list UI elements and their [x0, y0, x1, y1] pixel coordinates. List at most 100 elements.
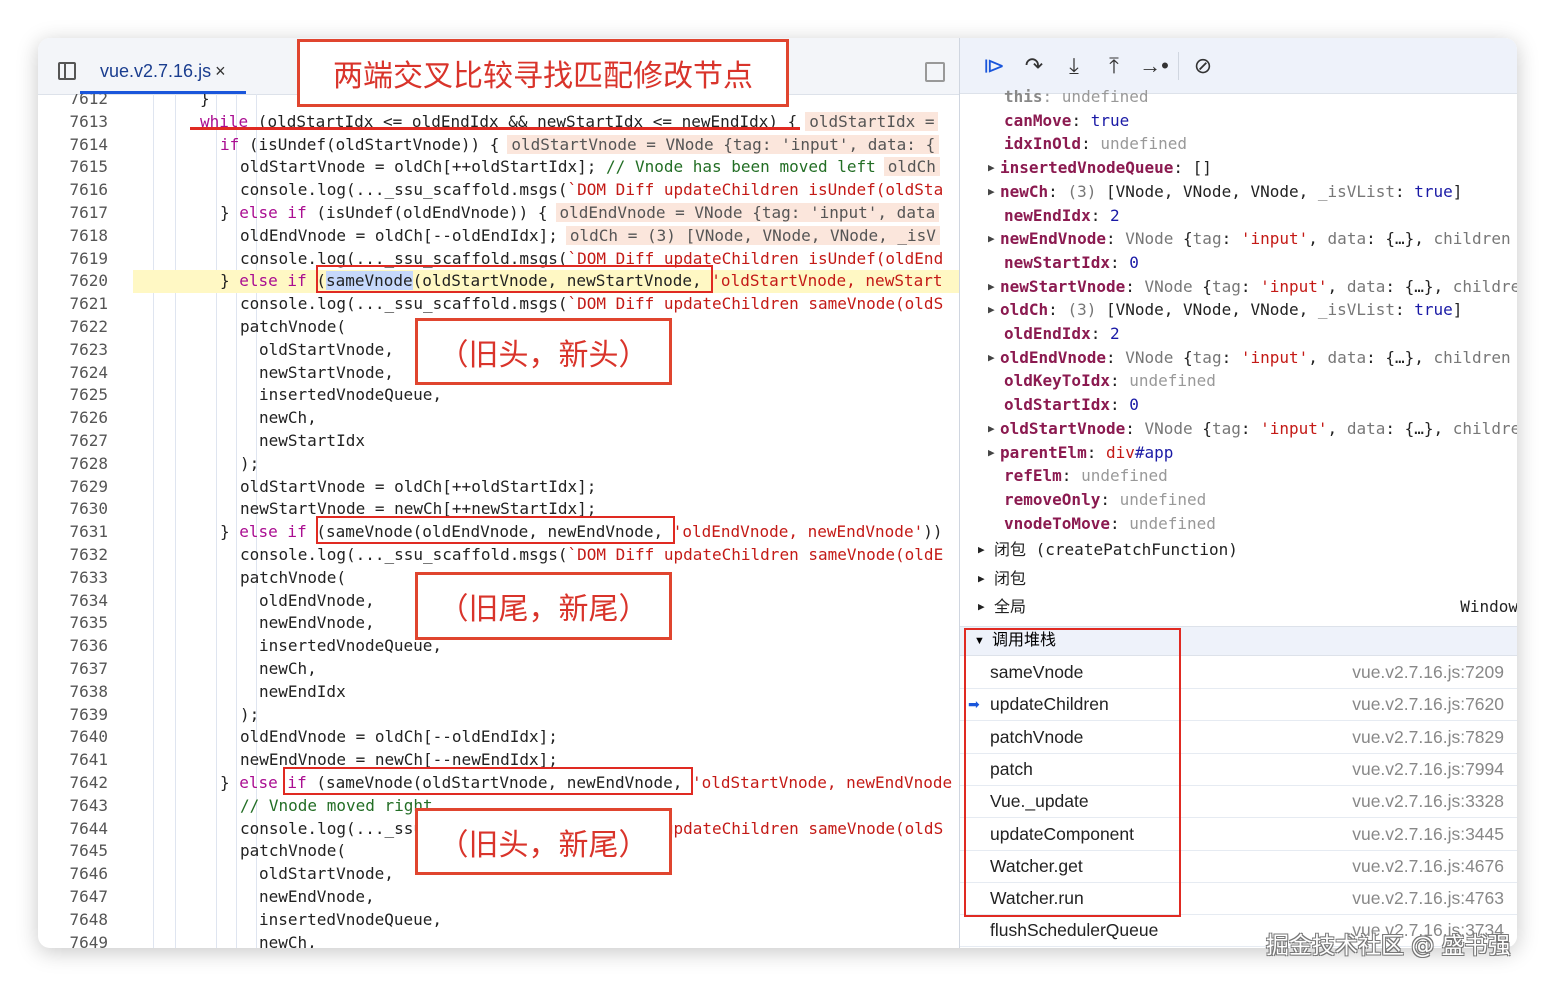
step-over-button[interactable]: ↷: [1014, 46, 1054, 86]
line-number[interactable]: 7620: [38, 270, 108, 293]
line-number[interactable]: 7622: [38, 316, 108, 339]
scope-variable[interactable]: oldKeyToIdx: undefined: [960, 369, 1517, 393]
scope-section[interactable]: ▶ 闭包 (createPatchFunction): [960, 536, 1517, 564]
line-number[interactable]: 7628: [38, 453, 108, 476]
line-number[interactable]: 7648: [38, 909, 108, 932]
frame-location[interactable]: vue.v2.7.16.js:4763: [1352, 882, 1504, 914]
code-line[interactable]: 7638 newEndIdx: [38, 681, 959, 704]
code-line[interactable]: 7632 console.log(..._ssu_scaffold.msgs(`D…: [38, 544, 959, 567]
scope-variable[interactable]: ▶ newStartVnode: VNode {tag: 'input', dat…: [960, 275, 1517, 299]
scope-section[interactable]: ▶ 全局 Window: [960, 593, 1517, 621]
line-number[interactable]: 7616: [38, 179, 108, 202]
line-number[interactable]: 7642: [38, 772, 108, 795]
toggle-debugger-icon[interactable]: [925, 62, 945, 82]
frame-location[interactable]: vue.v2.7.16.js:7620: [1352, 688, 1504, 720]
code-line[interactable]: 7617} else if (isUndef(oldEndVnode)) {ol…: [38, 202, 959, 225]
line-number[interactable]: 7635: [38, 612, 108, 635]
line-number[interactable]: 7624: [38, 362, 108, 385]
scope-variable[interactable]: refElm: undefined: [960, 464, 1517, 488]
step-into-button[interactable]: ⤓: [1054, 46, 1094, 86]
code-line[interactable]: 7614 if (isUndef(oldStartVnode)) {oldStar…: [38, 134, 959, 157]
scope-variable[interactable]: idxInOld: undefined: [960, 132, 1517, 156]
code-line[interactable]: 7613 while (oldStartIdx <= oldEndIdx && n…: [38, 111, 959, 134]
code-line[interactable]: 7647 newEndVnode,: [38, 886, 959, 909]
scope-variable[interactable]: this: undefined: [960, 85, 1517, 109]
scope-variable[interactable]: ▶ parentElm: div#app: [960, 441, 1517, 465]
line-number[interactable]: 7621: [38, 293, 108, 316]
code-line[interactable]: 7618 oldEndVnode = oldCh[--oldEndIdx]; old…: [38, 225, 959, 248]
toggle-navigator-icon[interactable]: [58, 62, 76, 80]
line-number[interactable]: 7623: [38, 339, 108, 362]
frame-location[interactable]: vue.v2.7.16.js:7209: [1352, 656, 1504, 688]
chevron-right-icon[interactable]: ▶: [988, 156, 995, 180]
line-number[interactable]: 7633: [38, 567, 108, 590]
code-line[interactable]: 7615 oldStartVnode = oldCh[++oldStartIdx]…: [38, 156, 959, 179]
line-number[interactable]: 7626: [38, 407, 108, 430]
code-line[interactable]: 7621 console.log(..._ssu_scaffold.msgs(`D…: [38, 293, 959, 316]
code-line[interactable]: 7637 newCh,: [38, 658, 959, 681]
line-number[interactable]: 7625: [38, 384, 108, 407]
line-number[interactable]: 7647: [38, 886, 108, 909]
line-number[interactable]: 7636: [38, 635, 108, 658]
scope-variable[interactable]: oldStartIdx: 0: [960, 393, 1517, 417]
code-line[interactable]: 7649 newCh,: [38, 932, 959, 948]
chevron-right-icon[interactable]: ▶: [988, 417, 995, 441]
line-number[interactable]: 7630: [38, 498, 108, 521]
line-number[interactable]: 7614: [38, 134, 108, 157]
scope-variable[interactable]: oldEndIdx: 2: [960, 322, 1517, 346]
resume-button[interactable]: ⧐: [974, 46, 1014, 86]
chevron-right-icon[interactable]: ▶: [988, 441, 995, 465]
line-number[interactable]: 7639: [38, 704, 108, 727]
chevron-right-icon[interactable]: ▶: [988, 298, 995, 322]
step-button[interactable]: →•: [1134, 46, 1174, 86]
line-number[interactable]: 7612: [38, 94, 108, 111]
line-number[interactable]: 7644: [38, 818, 108, 841]
line-number[interactable]: 7618: [38, 225, 108, 248]
code-line[interactable]: 7640 oldEndVnode = oldCh[--oldEndIdx];: [38, 726, 959, 749]
line-number[interactable]: 7619: [38, 248, 108, 271]
code-line[interactable]: 7616 console.log(..._ssu_scaffold.msgs(`D…: [38, 179, 959, 202]
line-number[interactable]: 7638: [38, 681, 108, 704]
code-line[interactable]: 7648 insertedVnodeQueue,: [38, 909, 959, 932]
close-icon[interactable]: ×: [215, 61, 226, 82]
scope-variable[interactable]: ▶ newCh: (3) [VNode, VNode, VNode, _isVLi…: [960, 180, 1517, 204]
scope-section[interactable]: ▶ 闭包: [960, 565, 1517, 593]
line-number[interactable]: 7641: [38, 749, 108, 772]
line-number[interactable]: 7640: [38, 726, 108, 749]
code-line[interactable]: 7629 oldStartVnode = oldCh[++oldStartIdx]…: [38, 476, 959, 499]
code-line[interactable]: 7627 newStartIdx: [38, 430, 959, 453]
deactivate-breakpoints-button[interactable]: ⊘: [1183, 46, 1223, 86]
chevron-right-icon[interactable]: ▶: [988, 346, 995, 370]
line-number[interactable]: 7629: [38, 476, 108, 499]
scope-variable[interactable]: newStartIdx: 0: [960, 251, 1517, 275]
line-number[interactable]: 7637: [38, 658, 108, 681]
scope-variable[interactable]: canMove: true: [960, 109, 1517, 133]
line-number[interactable]: 7613: [38, 111, 108, 134]
line-number[interactable]: 7631: [38, 521, 108, 544]
frame-location[interactable]: vue.v2.7.16.js:7994: [1352, 753, 1504, 785]
scope-variable[interactable]: removeOnly: undefined: [960, 488, 1517, 512]
code-line[interactable]: 7639);: [38, 704, 959, 727]
line-number[interactable]: 7627: [38, 430, 108, 453]
frame-location[interactable]: vue.v2.7.16.js:3445: [1352, 818, 1504, 850]
line-number[interactable]: 7617: [38, 202, 108, 225]
code-line[interactable]: 7626 newCh,: [38, 407, 959, 430]
tab-vue-js[interactable]: vue.v2.7.16.js ×: [80, 52, 246, 94]
frame-location[interactable]: vue.v2.7.16.js:3328: [1352, 785, 1504, 817]
frame-location[interactable]: vue.v2.7.16.js:4676: [1352, 850, 1504, 882]
scope-variable[interactable]: ▶ oldStartVnode: VNode {tag: 'input', dat…: [960, 417, 1517, 441]
line-number[interactable]: 7615: [38, 156, 108, 179]
chevron-right-icon[interactable]: ▶: [988, 227, 995, 251]
code-line[interactable]: 7628);: [38, 453, 959, 476]
chevron-right-icon[interactable]: ▶: [988, 275, 995, 299]
code-line[interactable]: 7625 insertedVnodeQueue,: [38, 384, 959, 407]
frame-location[interactable]: vue.v2.7.16.js:7829: [1352, 721, 1504, 753]
line-number[interactable]: 7646: [38, 863, 108, 886]
scope-variable[interactable]: vnodeToMove: undefined: [960, 512, 1517, 536]
scope-variable[interactable]: ▶ oldEndVnode: VNode {tag: 'input', data:…: [960, 346, 1517, 370]
line-number[interactable]: 7645: [38, 840, 108, 863]
chevron-right-icon[interactable]: ▶: [988, 180, 995, 204]
scope-variable[interactable]: ▶ oldCh: (3) [VNode, VNode, VNode, _isVLi…: [960, 298, 1517, 322]
line-number[interactable]: 7649: [38, 932, 108, 948]
line-number[interactable]: 7643: [38, 795, 108, 818]
